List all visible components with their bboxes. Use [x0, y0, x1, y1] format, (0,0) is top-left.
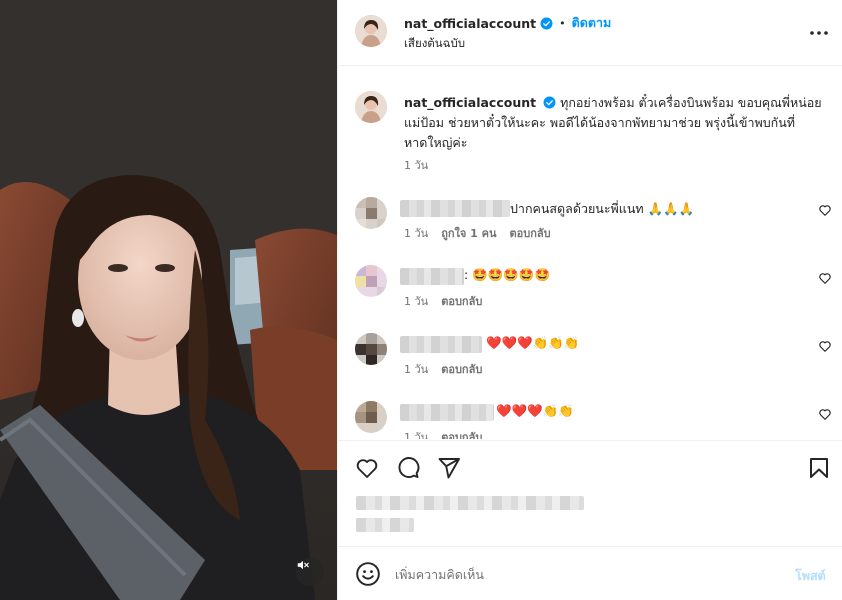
comment-text: : 🤩🤩🤩🤩🤩	[464, 267, 551, 282]
heart-icon[interactable]	[818, 271, 832, 285]
verified-badge-icon	[543, 96, 556, 109]
comment-time[interactable]: 1 วัน	[404, 360, 428, 378]
reply-button[interactable]: ตอบกลับ	[441, 360, 482, 378]
speaker-muted-icon	[297, 560, 309, 570]
share-button[interactable]	[436, 455, 462, 481]
pixelated-avatar	[355, 333, 387, 365]
blurred-username	[400, 200, 510, 217]
caption-avatar[interactable]	[355, 91, 387, 123]
comment-time[interactable]: 1 วัน	[404, 292, 428, 310]
comment-meta: 1 วัน ตอบกลับ	[404, 360, 482, 378]
bookmark-icon	[810, 458, 828, 478]
heart-icon[interactable]	[818, 203, 832, 217]
caption-username[interactable]: nat_officialaccount	[404, 95, 536, 110]
comment-meta: 1 วัน ตอบกลับ	[404, 292, 482, 310]
comment-input[interactable]	[395, 561, 775, 587]
add-comment-bar: โพสต์	[338, 546, 842, 600]
avatar[interactable]	[355, 15, 387, 47]
comments-list[interactable]: nat_officialaccount ทุกอย่างพร้อม ตั๋วเค…	[338, 67, 842, 439]
comment-meta: 1 วัน ตอบกลับ	[404, 428, 482, 439]
heart-icon[interactable]	[818, 407, 832, 421]
blurred-date	[356, 518, 414, 532]
pixelated-avatar	[355, 265, 387, 297]
comment-text: ปากคนสดูลด้วยนะพี่แนท 🙏🙏🙏	[510, 201, 695, 216]
post-photo	[0, 0, 337, 600]
comment-item: : 🤩🤩🤩🤩🤩 1 วัน ตอบกลับ	[338, 265, 842, 325]
commenter-avatar[interactable]	[355, 265, 387, 297]
verified-badge-icon	[540, 17, 553, 29]
comment-item: ❤️❤️❤️👏👏 1 วัน ตอบกลับ	[338, 401, 842, 439]
blurred-likes	[356, 496, 584, 510]
heart-icon	[356, 459, 378, 478]
follow-button[interactable]: ติดตาม	[572, 13, 612, 33]
comment-item: ❤️❤️❤️👏👏👏 1 วัน ตอบกลับ	[338, 333, 842, 393]
post-media[interactable]	[0, 0, 337, 600]
comment-item: ปากคนสดูลด้วยนะพี่แนท 🙏🙏🙏 1 วัน ถูกใจ 1 …	[338, 197, 842, 257]
more-options-button[interactable]	[807, 21, 831, 45]
commenter-avatar[interactable]	[355, 401, 387, 433]
comment-meta: 1 วัน ถูกใจ 1 คน ตอบกลับ	[404, 224, 551, 242]
post-panel: nat_officialaccount • ติดตาม เสียงต้นฉบั…	[337, 0, 842, 600]
commenter-avatar[interactable]	[355, 333, 387, 365]
reply-button[interactable]: ตอบกลับ	[510, 224, 551, 242]
avatar-image	[355, 91, 387, 123]
commenter-avatar[interactable]	[355, 197, 387, 229]
comment-time[interactable]: 1 วัน	[404, 224, 428, 242]
pixelated-avatar	[355, 401, 387, 433]
audio-link[interactable]: เสียงต้นฉบับ	[404, 35, 465, 53]
reply-button[interactable]: ตอบกลับ	[441, 292, 482, 310]
comment-text: ❤️❤️❤️👏👏	[496, 403, 574, 418]
more-horizontal-icon	[810, 31, 828, 35]
comment-time[interactable]: 1 วัน	[404, 428, 428, 439]
pixelated-avatar	[355, 197, 387, 229]
action-bar	[338, 440, 842, 492]
blurred-username	[400, 404, 494, 421]
blurred-username	[400, 268, 464, 285]
separator-dot: •	[559, 16, 566, 30]
comment-bubble-icon	[398, 457, 420, 478]
avatar-image	[355, 15, 387, 47]
caption-timestamp[interactable]: 1 วัน	[404, 156, 428, 174]
username-link[interactable]: nat_officialaccount	[404, 16, 536, 31]
heart-icon[interactable]	[818, 339, 832, 353]
smiley-icon[interactable]	[355, 561, 381, 587]
post-comment-button[interactable]: โพสต์	[795, 566, 826, 586]
post-header: nat_officialaccount • ติดตาม เสียงต้นฉบั…	[338, 0, 842, 66]
caption-text-block: nat_officialaccount ทุกอย่างพร้อม ตั๋วเค…	[404, 93, 832, 153]
comment-text: ❤️❤️❤️👏👏👏	[486, 335, 580, 350]
save-button[interactable]	[806, 455, 832, 481]
send-icon	[438, 458, 460, 479]
reply-button[interactable]: ตอบกลับ	[441, 428, 482, 439]
mute-button[interactable]	[296, 558, 324, 586]
comment-likes[interactable]: ถูกใจ 1 คน	[441, 224, 496, 242]
blurred-username	[400, 336, 482, 353]
comment-button[interactable]	[395, 455, 421, 481]
likes-summary	[356, 490, 616, 538]
like-button[interactable]	[354, 455, 380, 481]
